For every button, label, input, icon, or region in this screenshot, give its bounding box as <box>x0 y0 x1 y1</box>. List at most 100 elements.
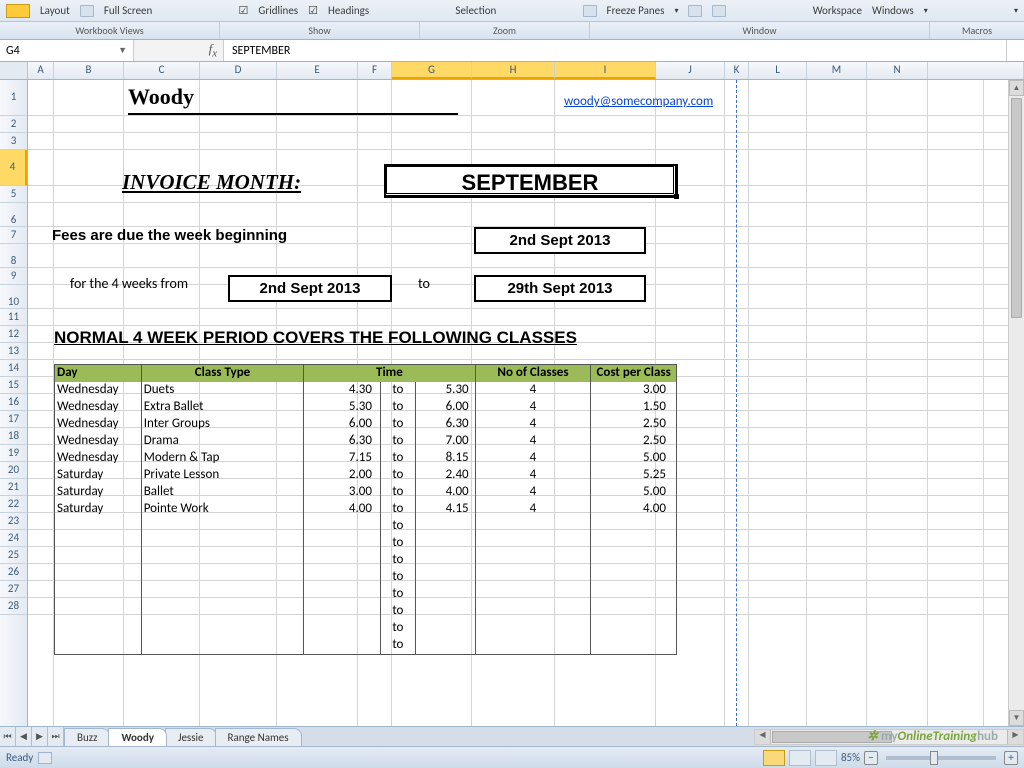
zoom-percent[interactable]: 85% <box>841 751 860 764</box>
row-headers[interactable]: 1234567891011121314151617181920212223242… <box>0 80 28 726</box>
column-header-N[interactable]: N <box>867 62 928 79</box>
layout-label[interactable]: Layout <box>40 4 70 17</box>
row-header-12[interactable]: 12 <box>0 326 27 343</box>
row-header-21[interactable]: 21 <box>0 479 27 496</box>
table-row[interactable]: WednesdayInter Groups6.00to6.3042.50 <box>55 416 676 433</box>
row-header-28[interactable]: 28 <box>0 598 27 615</box>
row-header-16[interactable]: 16 <box>0 394 27 411</box>
row-header-13[interactable]: 13 <box>0 343 27 360</box>
table-row[interactable]: WednesdayModern & Tap7.15to8.1545.00 <box>55 450 676 467</box>
column-header-M[interactable]: M <box>807 62 867 79</box>
row-header-24[interactable]: 24 <box>0 530 27 547</box>
email-link[interactable]: woody@somecompany.com <box>564 94 713 109</box>
row-header-3[interactable]: 3 <box>0 133 27 150</box>
view-page-layout-button[interactable] <box>789 750 811 766</box>
table-row[interactable]: SaturdayBallet3.00to4.0045.00 <box>55 484 676 501</box>
name-box[interactable]: G4 ▼ <box>0 40 134 61</box>
sheet-tab-jessie[interactable]: Jessie <box>165 728 217 746</box>
row-header-6[interactable]: 6 <box>0 203 27 227</box>
row-header-18[interactable]: 18 <box>0 428 27 445</box>
vscroll-thumb[interactable] <box>1011 98 1022 318</box>
table-row[interactable]: WednesdayDuets4.30to5.3043.00 <box>55 382 676 399</box>
scroll-down-button[interactable]: ▼ <box>1009 710 1024 726</box>
row-header-27[interactable]: 27 <box>0 581 27 598</box>
sheet-tab-buzz[interactable]: Buzz <box>64 728 110 746</box>
column-headers[interactable]: ABCDEFGHIJKLMN <box>0 62 1024 80</box>
view-normal-button[interactable] <box>763 750 785 766</box>
table-row[interactable]: to <box>55 569 676 586</box>
row-header-22[interactable]: 22 <box>0 496 27 513</box>
column-header-L[interactable]: L <box>749 62 807 79</box>
switch-windows-menu[interactable]: Windows <box>872 4 914 17</box>
select-all-corner[interactable] <box>0 62 28 79</box>
formula-bar-expander[interactable] <box>1006 40 1024 61</box>
scroll-up-button[interactable]: ▲ <box>1009 80 1024 96</box>
split-icon[interactable] <box>688 5 702 17</box>
row-header-7[interactable]: 7 <box>0 227 27 244</box>
row-header-25[interactable]: 25 <box>0 547 27 564</box>
macro-record-icon[interactable] <box>38 752 52 764</box>
row-header-26[interactable]: 26 <box>0 564 27 581</box>
zoom-slider[interactable] <box>886 756 996 760</box>
column-header-D[interactable]: D <box>200 62 277 79</box>
headings-toggle[interactable]: Headings <box>328 4 369 17</box>
column-header-I[interactable]: I <box>555 62 656 79</box>
gridlines-toggle[interactable]: Gridlines <box>258 4 298 17</box>
row-header-9[interactable]: 9 <box>0 268 27 285</box>
column-header-H[interactable]: H <box>472 62 555 79</box>
table-row[interactable]: to <box>55 586 676 603</box>
sheet-tab-range-names[interactable]: Range Names <box>215 728 302 746</box>
row-header-19[interactable]: 19 <box>0 445 27 462</box>
name-box-dropdown-icon[interactable]: ▼ <box>118 45 127 56</box>
zoom-in-button[interactable]: + <box>1004 751 1018 765</box>
column-header-C[interactable]: C <box>124 62 200 79</box>
row-header-23[interactable]: 23 <box>0 513 27 530</box>
formula-input[interactable]: SEPTEMBER <box>224 44 1006 58</box>
table-row[interactable]: SaturdayPointe Work4.00to4.1544.00 <box>55 501 676 518</box>
scroll-right-button[interactable]: ▶ <box>1007 730 1023 744</box>
tab-nav-next[interactable]: ▶ <box>32 727 48 746</box>
sheet-tab-woody[interactable]: Woody <box>108 728 166 746</box>
table-row[interactable]: to <box>55 637 676 654</box>
zoom-selection-label[interactable]: Selection <box>455 4 496 17</box>
row-header-17[interactable]: 17 <box>0 411 27 428</box>
column-header-B[interactable]: B <box>54 62 124 79</box>
row-header-14[interactable]: 14 <box>0 360 27 377</box>
tab-nav-first[interactable]: ⏮ <box>0 727 16 746</box>
row-header-4[interactable]: 4 <box>0 150 27 186</box>
column-header-F[interactable]: F <box>358 62 392 79</box>
zoom-out-button[interactable]: − <box>864 751 878 765</box>
row-header-1[interactable]: 1 <box>0 80 27 116</box>
table-row[interactable]: to <box>55 552 676 569</box>
table-row[interactable]: WednesdayDrama6.30to7.0042.50 <box>55 433 676 450</box>
vertical-scrollbar[interactable]: ▲ ▼ <box>1008 80 1024 726</box>
tab-nav-last[interactable]: ⏭ <box>48 727 64 746</box>
tab-nav-prev[interactable]: ◀ <box>16 727 32 746</box>
sheet-cells[interactable]: Woody woody@somecompany.com INVOICE MONT… <box>28 80 1024 726</box>
row-header-10[interactable]: 10 <box>0 285 27 309</box>
table-row[interactable]: to <box>55 518 676 535</box>
view-page-break-button[interactable] <box>815 750 837 766</box>
row-header-2[interactable]: 2 <box>0 116 27 133</box>
row-header-5[interactable]: 5 <box>0 186 27 203</box>
column-header-G[interactable]: G <box>392 62 472 79</box>
save-workspace-btn[interactable]: Workspace <box>813 4 862 17</box>
fx-icon[interactable]: fx <box>209 41 217 60</box>
column-header-J[interactable]: J <box>656 62 725 79</box>
column-header-E[interactable]: E <box>277 62 358 79</box>
table-row[interactable]: to <box>55 620 676 637</box>
fullscreen-label[interactable]: Full Screen <box>104 4 153 17</box>
column-header-A[interactable]: A <box>28 62 54 79</box>
row-header-11[interactable]: 11 <box>0 309 27 326</box>
table-row[interactable]: to <box>55 603 676 620</box>
freeze-panes-menu[interactable]: Freeze Panes <box>607 4 665 17</box>
scroll-left-button[interactable]: ◀ <box>755 730 771 744</box>
hide-icon[interactable] <box>712 5 726 17</box>
zoom-slider-thumb[interactable] <box>930 751 938 765</box>
invoice-month-value[interactable]: SEPTEMBER <box>384 164 676 196</box>
row-header-15[interactable]: 15 <box>0 377 27 394</box>
row-header-20[interactable]: 20 <box>0 462 27 479</box>
table-row[interactable]: SaturdayPrivate Lesson2.00to2.4045.25 <box>55 467 676 484</box>
table-row[interactable]: WednesdayExtra Ballet5.30to6.0041.50 <box>55 399 676 416</box>
table-row[interactable]: to <box>55 535 676 552</box>
